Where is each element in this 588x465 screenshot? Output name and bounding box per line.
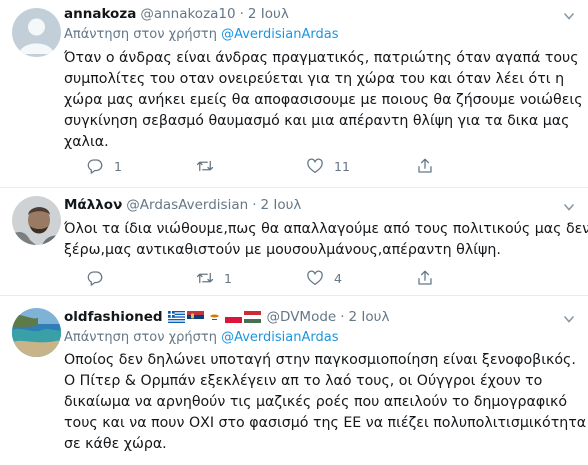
reply-context: Απάντηση στον χρήστη @AverdisianArdas: [64, 27, 339, 42]
avatar[interactable]: [12, 308, 61, 357]
profile-photo-icon: [12, 308, 61, 357]
tweet-text-line: δικαίωμα να αρνηθούν τις μαζικές ροές πο…: [64, 394, 568, 410]
reply-mention-link[interactable]: @AverdisianArdas: [221, 330, 338, 345]
like-icon: [307, 158, 323, 174]
like-button[interactable]: 11: [306, 157, 350, 175]
dot-separator: ·: [340, 309, 345, 325]
reply-button[interactable]: 1: [86, 157, 122, 175]
reply-button[interactable]: [86, 269, 114, 287]
retweet-icon: [196, 272, 214, 284]
serbia-flag-icon: [186, 311, 204, 323]
user-handle[interactable]: @DVMode: [267, 309, 337, 325]
tweet-header: annakoza @annakoza10 · 2 Ιουλ: [64, 6, 289, 22]
reply-icon: [87, 271, 103, 286]
avatar[interactable]: [12, 196, 61, 245]
tweet[interactable]: oldfashioned @DVMode · 2 Ιουλ Απάντηση σ…: [0, 296, 588, 465]
chevron-down-icon[interactable]: [562, 200, 576, 214]
tweet[interactable]: annakoza @annakoza10 · 2 Ιουλ Απάντηση σ…: [0, 0, 588, 188]
reply-mention-link[interactable]: @AverdisianArdas: [221, 27, 338, 42]
tweet-text: Οποίος δεν δηλώνει υποταγή στην παγκοσμι…: [64, 350, 587, 455]
greece-flag-icon: [167, 311, 185, 323]
reply-context: Απάντηση στον χρήστη @AverdisianArdas: [64, 330, 339, 345]
display-name[interactable]: annakoza: [64, 6, 136, 22]
tweet-text-line: ξέρω,μας αντικαθιστούν με μουσουλμάνους,…: [64, 242, 501, 258]
user-handle[interactable]: @ArdasAverdisian: [126, 197, 248, 213]
timestamp[interactable]: 2 Ιουλ: [248, 6, 289, 22]
avatar[interactable]: [12, 8, 61, 57]
cyprus-flag-icon: [205, 311, 223, 323]
retweet-count: 1: [224, 270, 232, 286]
reply-prefix: Απάντηση στον χρήστη: [64, 27, 217, 42]
tweet-text-line: χαλια.: [64, 134, 109, 150]
tweet-text-line: συγκίνηση σεβασμό θαυμασμό και μια απέρα…: [64, 113, 570, 129]
profile-photo-icon: [12, 196, 61, 245]
share-button[interactable]: [416, 157, 434, 175]
tweet-text-line: Όλοι τα ίδια νιώθουμε,πως θα απαλλαγούμε…: [64, 221, 588, 237]
tweet-text-line: Ο Πίτερ & Ορμπάν εξεκλέγειν απ το λαό το…: [64, 373, 543, 389]
share-icon: [418, 270, 432, 285]
tweet-actions: 1 11: [64, 157, 564, 177]
reply-prefix: Απάντηση στον χρήστη: [64, 330, 217, 345]
share-icon: [418, 158, 432, 173]
chevron-down-icon[interactable]: [562, 9, 576, 23]
like-count: 11: [334, 158, 350, 174]
poland-flag-icon: [224, 311, 242, 323]
tweet-text: Όταν ο άνδρας είναι άνδρας πραγματικός, …: [64, 48, 583, 153]
tweet-text-line: συμπολίτες του οταν ονειρεύεται για τη χ…: [64, 71, 565, 87]
tweet-header: oldfashioned @DVMode · 2 Ιουλ: [64, 309, 389, 325]
tweet-text-line: χώρα μας ανήκει εμείς θα αποφασισουμε με…: [64, 92, 583, 108]
retweet-icon: [196, 160, 214, 172]
hungary-flag-icon: [243, 311, 261, 323]
tweet-text-line: Οποίος δεν δηλώνει υποταγή στην παγκοσμι…: [64, 352, 576, 368]
reply-icon: [87, 159, 103, 174]
share-button[interactable]: [416, 269, 434, 287]
user-handle[interactable]: @annakoza10: [140, 6, 235, 22]
dot-separator: ·: [239, 6, 244, 22]
tweet-actions: 1 4: [64, 269, 564, 289]
timestamp[interactable]: 2 Ιουλ: [349, 309, 390, 325]
tweet[interactable]: Μάλλον @ArdasAverdisian · 2 Ιουλ Όλοι τα…: [0, 188, 588, 296]
display-name[interactable]: Μάλλον: [64, 197, 122, 213]
tweet-text-line: τους και να πουν ΟΧΙ στο φασισμό της ΕΕ …: [64, 415, 587, 431]
chevron-down-icon[interactable]: [562, 312, 576, 326]
tweet-header: Μάλλον @ArdasAverdisian · 2 Ιουλ: [64, 197, 301, 213]
like-icon: [307, 270, 323, 286]
display-name[interactable]: oldfashioned: [64, 309, 163, 325]
tweet-text: Όλοι τα ίδια νιώθουμε,πως θα απαλλαγούμε…: [64, 219, 588, 261]
like-button[interactable]: 4: [306, 269, 342, 287]
retweet-button[interactable]: 1: [196, 269, 232, 287]
like-count: 4: [334, 270, 342, 286]
reply-count: 1: [114, 158, 122, 174]
dot-separator: ·: [252, 197, 257, 213]
timestamp[interactable]: 2 Ιουλ: [260, 197, 301, 213]
retweet-button[interactable]: [196, 157, 224, 175]
tweet-text-line: Όταν ο άνδρας είναι άνδρας πραγματικός, …: [64, 50, 579, 66]
tweet-text-line: σε κάθε χώρα.: [64, 436, 167, 452]
default-avatar-icon: [12, 8, 61, 57]
